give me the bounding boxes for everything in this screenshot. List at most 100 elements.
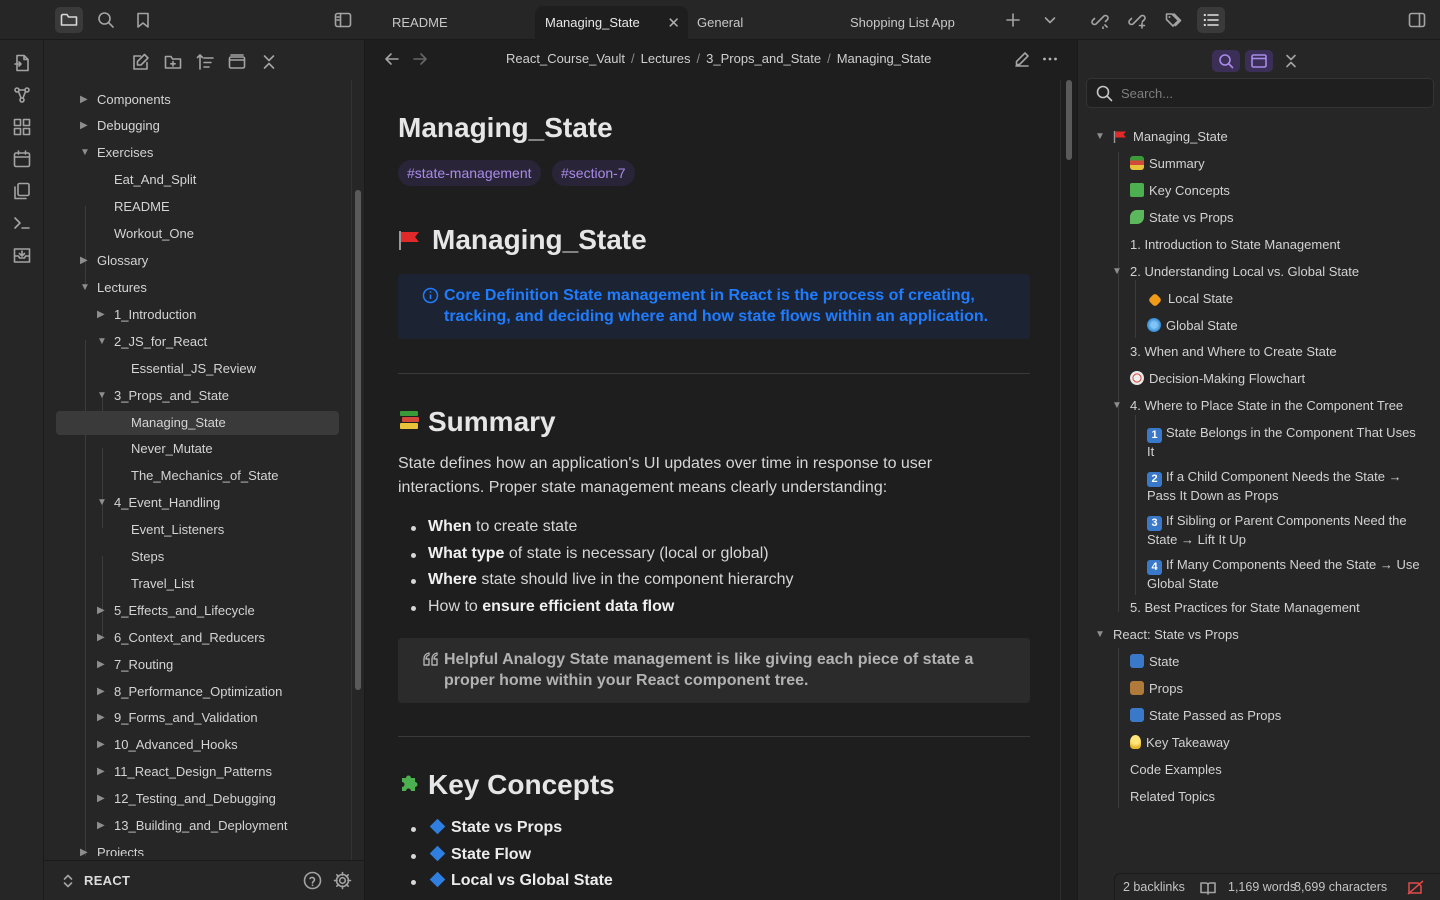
- outline-item[interactable]: Key Concepts: [1130, 182, 1420, 199]
- outline-collapse-all-icon[interactable]: [1277, 50, 1305, 72]
- note-title[interactable]: Managing_State: [398, 112, 613, 144]
- open-quick-switcher-icon[interactable]: [11, 52, 33, 74]
- breadcrumb-folder[interactable]: 3_Props_and_State: [706, 51, 821, 66]
- folder-8-performance-optimization[interactable]: ▶ 8_Performance_Optimization: [97, 680, 282, 704]
- help-icon[interactable]: [303, 871, 322, 890]
- folder-exercises[interactable]: ▼ Exercises: [80, 141, 153, 165]
- new-note-icon[interactable]: [130, 51, 152, 73]
- right-sidebar-toggle-icon[interactable]: [1403, 7, 1431, 33]
- folder-2-js-for-react[interactable]: ▼ 2_JS_for_React: [97, 330, 207, 354]
- outline-item[interactable]: Props: [1130, 680, 1420, 697]
- unlink-icon[interactable]: [1086, 7, 1114, 33]
- terminal-icon[interactable]: [11, 212, 33, 234]
- back-arrow-icon[interactable]: [384, 51, 400, 67]
- tab-managing-state[interactable]: Managing_State ✕: [535, 6, 688, 40]
- file-never-mutate[interactable]: Never_Mutate: [131, 437, 213, 461]
- file-explorer-icon[interactable]: [55, 7, 83, 33]
- outline-item[interactable]: Global State: [1147, 317, 1417, 334]
- folder-lectures[interactable]: ▼ Lectures: [80, 276, 147, 300]
- graph-view-icon[interactable]: [11, 84, 33, 106]
- file-essential-js-review[interactable]: Essential_JS_Review: [131, 357, 256, 381]
- sidebar-toggle-icon[interactable]: [329, 7, 357, 33]
- tab-list-chevron-icon[interactable]: [1036, 7, 1064, 33]
- folder-6-context-and-reducers[interactable]: ▶ 6_Context_and_Reducers: [97, 626, 265, 650]
- outline-item[interactable]: ▼ 4. Where to Place State in the Componen…: [1112, 397, 1430, 414]
- outline-auto-expand-icon[interactable]: [1245, 50, 1273, 72]
- more-options-icon[interactable]: [1042, 56, 1058, 62]
- breadcrumb-vault[interactable]: React_Course_Vault: [506, 51, 625, 66]
- auto-reveal-icon[interactable]: [226, 51, 248, 73]
- new-tab-icon[interactable]: [999, 7, 1027, 33]
- outline-item[interactable]: State vs Props: [1130, 209, 1420, 226]
- folder-12-testing-and-debugging[interactable]: ▶ 12_Testing_and_Debugging: [97, 787, 276, 811]
- breadcrumb-lectures[interactable]: Lectures: [641, 51, 691, 66]
- outline-item[interactable]: 4 If Many Components Need the State → Use…: [1147, 556, 1422, 592]
- folder-3-props-and-state[interactable]: ▼ 3_Props_and_State: [97, 384, 229, 408]
- file-eat-and-split[interactable]: Eat_And_Split: [114, 168, 196, 192]
- explorer-scrollbar[interactable]: [355, 190, 361, 690]
- outline-item[interactable]: Key Takeaway: [1130, 734, 1420, 751]
- folder-13-building-and-deployment[interactable]: ▶ 13_Building_and_Deployment: [97, 814, 287, 838]
- plugins-grid-icon[interactable]: [11, 116, 33, 138]
- tab-readme[interactable]: README: [382, 6, 532, 40]
- sort-order-icon[interactable]: [194, 51, 216, 73]
- outline-item[interactable]: ▼ React: State vs Props: [1095, 626, 1413, 643]
- status-backlinks[interactable]: 2 backlinks: [1123, 880, 1185, 894]
- editor-scrollbar[interactable]: [1066, 80, 1072, 160]
- folder-7-routing[interactable]: ▶ 7_Routing: [97, 653, 173, 677]
- outline-search-toggle-icon[interactable]: [1212, 50, 1240, 72]
- outline-item[interactable]: State Passed as Props: [1130, 707, 1420, 724]
- file-the-mechanics-of-state[interactable]: The_Mechanics_of_State: [131, 464, 278, 488]
- outline-item[interactable]: 1. Introduction to State Management: [1130, 236, 1420, 253]
- outline-item[interactable]: Local State: [1147, 290, 1417, 308]
- file-readme[interactable]: README: [114, 195, 170, 219]
- outline-item[interactable]: 3. When and Where to Create State: [1130, 343, 1420, 360]
- folder-projects[interactable]: ▶ Projects: [80, 841, 144, 856]
- folder-4-event-handling[interactable]: ▼ 4_Event_Handling: [97, 491, 220, 515]
- tags-icon[interactable]: [1160, 7, 1188, 33]
- tab-shopping-list-app[interactable]: Shopping List App: [840, 6, 990, 40]
- outline-item[interactable]: State: [1130, 653, 1420, 670]
- outline-item[interactable]: 2 If a Child Component Needs the State → …: [1147, 468, 1422, 504]
- outline-icon[interactable]: [1197, 7, 1225, 33]
- folder-11-react-design-patterns[interactable]: ▶ 11_React_Design_Patterns: [97, 760, 272, 784]
- folder-10-advanced-hooks[interactable]: ▶ 10_Advanced_Hooks: [97, 733, 238, 757]
- outline-item[interactable]: Related Topics: [1130, 788, 1420, 805]
- breadcrumb-note[interactable]: Managing_State: [837, 51, 932, 66]
- file-travel-list[interactable]: Travel_List: [131, 572, 194, 596]
- folder-debugging[interactable]: ▶ Debugging: [80, 114, 160, 138]
- forward-arrow-icon[interactable]: [412, 51, 428, 67]
- outline-item[interactable]: Decision-Making Flowchart: [1130, 370, 1420, 387]
- outline-item[interactable]: Summary: [1130, 155, 1420, 172]
- folder-5-effects-and-lifecycle[interactable]: ▶ 5_Effects_and_Lifecycle: [97, 599, 255, 623]
- tab-general[interactable]: General: [687, 6, 837, 40]
- folder-9-forms-and-validation[interactable]: ▶ 9_Forms_and_Validation: [97, 706, 258, 730]
- tag-section-7[interactable]: #section-7: [552, 160, 635, 186]
- settings-gear-icon[interactable]: [333, 871, 352, 890]
- file-managing-state[interactable]: Managing_State: [56, 411, 339, 435]
- file-event-listeners[interactable]: Event_Listeners: [131, 518, 224, 542]
- outline-item[interactable]: 5. Best Practices for State Management: [1130, 599, 1420, 616]
- outline-item[interactable]: ▼ 2. Understanding Local vs. Global State: [1112, 263, 1420, 280]
- vault-switcher[interactable]: REACT: [44, 860, 365, 900]
- outline-item[interactable]: ▼ Managing_State: [1095, 128, 1423, 145]
- calendar-icon[interactable]: [11, 148, 33, 170]
- tab-close-icon[interactable]: ✕: [667, 14, 680, 32]
- outline-item[interactable]: 3 If Sibling or Parent Components Need th…: [1147, 512, 1422, 548]
- file-workout-one[interactable]: Workout_One: [114, 222, 194, 246]
- sync-disabled-icon[interactable]: [1407, 880, 1424, 895]
- search-icon[interactable]: [92, 7, 120, 33]
- import-icon[interactable]: [11, 244, 33, 266]
- bookmark-icon[interactable]: [129, 7, 157, 33]
- file-steps[interactable]: Steps: [131, 545, 164, 569]
- link-add-icon[interactable]: [1123, 7, 1151, 33]
- outline-item[interactable]: 1 State Belongs in the Component That Use…: [1147, 424, 1422, 460]
- folder-components[interactable]: ▶ Components: [80, 88, 171, 112]
- reading-mode-book-icon[interactable]: [1200, 881, 1216, 895]
- outline-search-input[interactable]: [1121, 84, 1421, 102]
- outline-item[interactable]: Code Examples: [1130, 761, 1420, 778]
- collapse-all-icon[interactable]: [258, 51, 280, 73]
- folder-glossary[interactable]: ▶ Glossary: [80, 249, 148, 273]
- new-folder-icon[interactable]: [162, 51, 184, 73]
- edit-pencil-icon[interactable]: [1014, 51, 1030, 67]
